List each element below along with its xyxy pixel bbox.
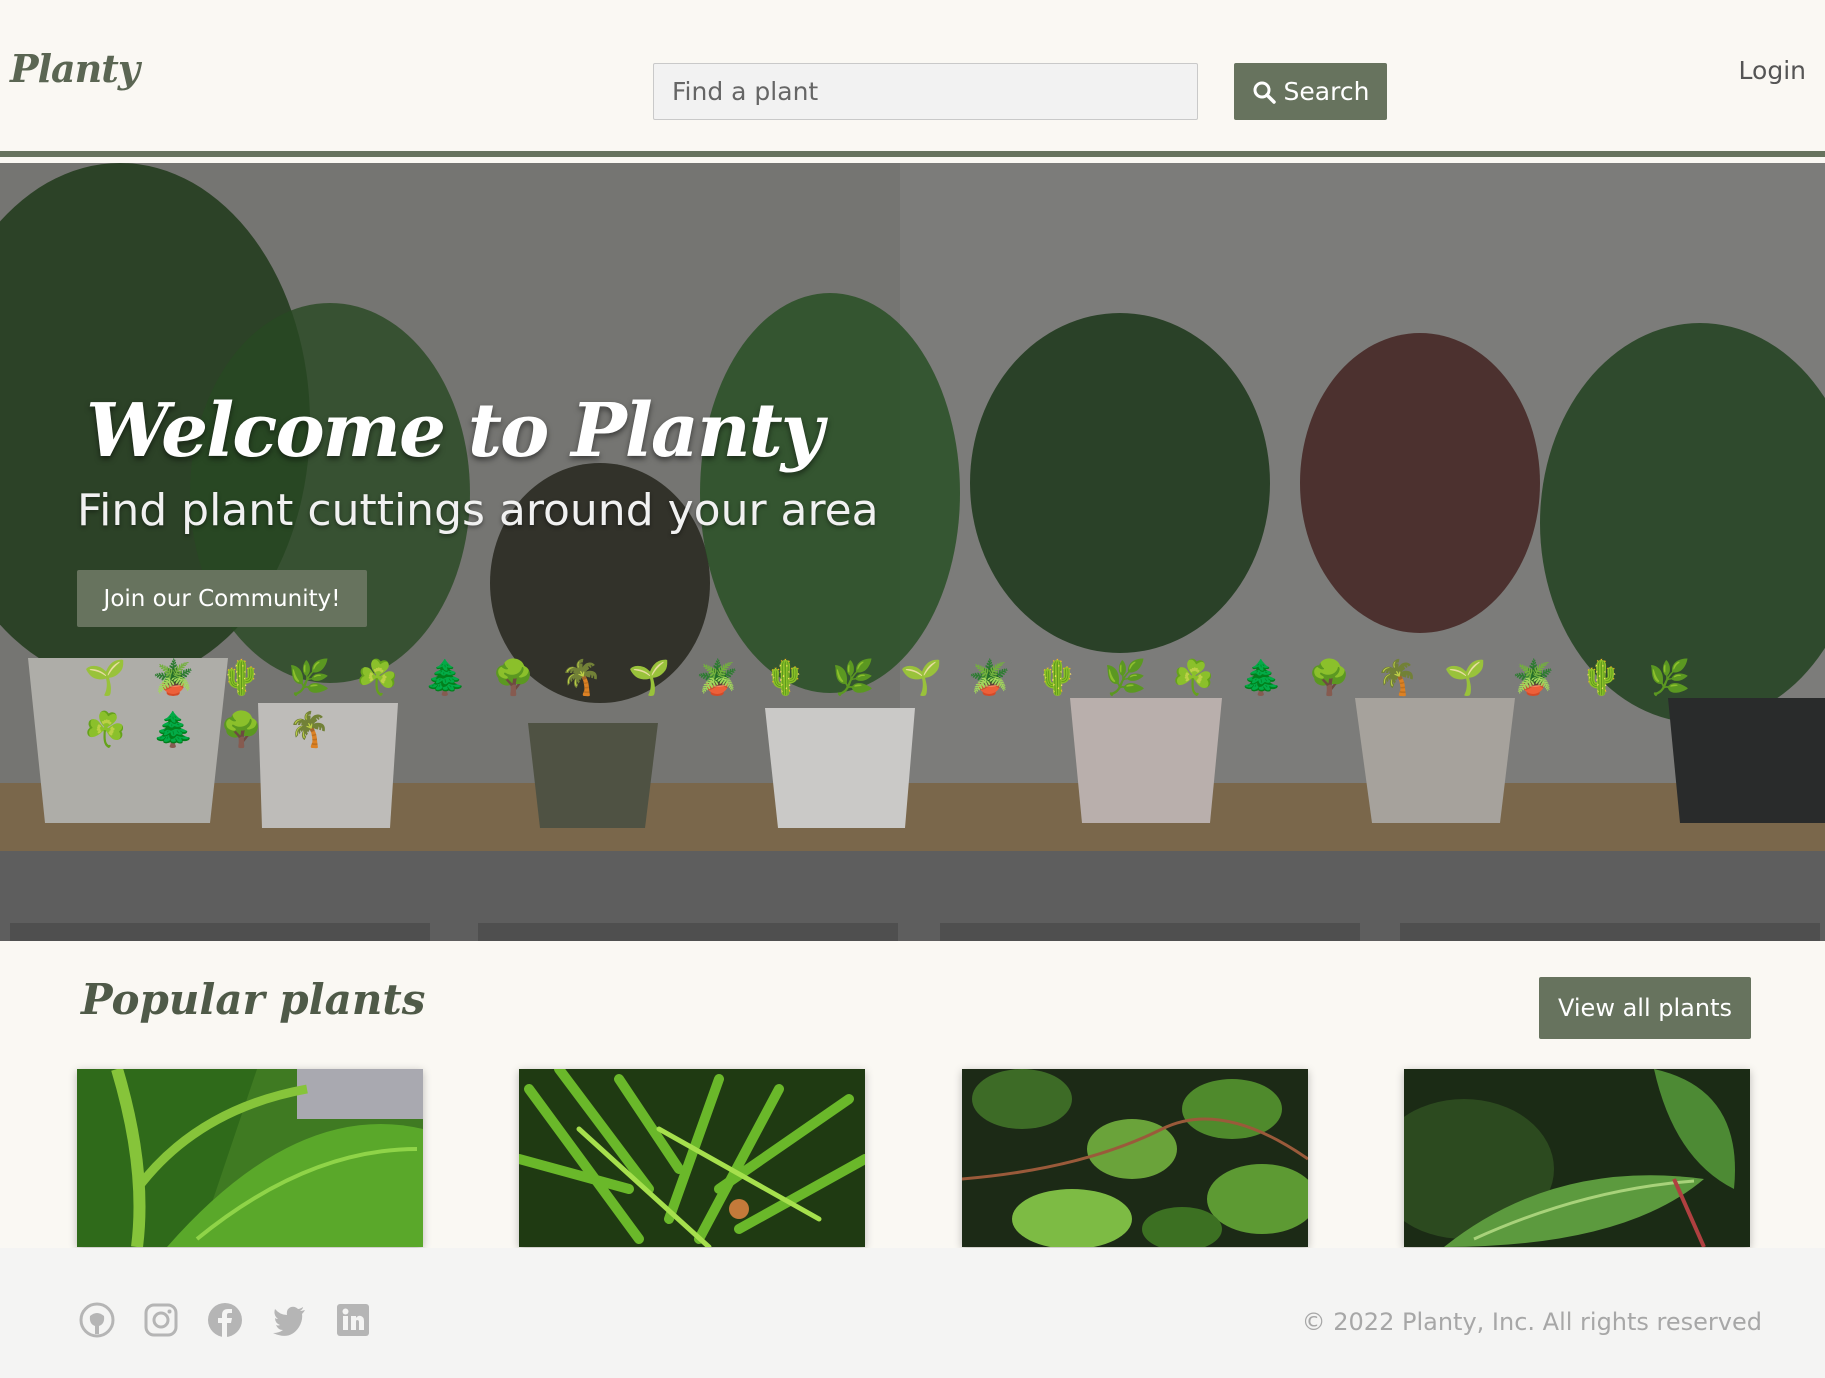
plant-emoji-row: 🌱 🪴 🌵 🌿 ☘️ 🌲 🌳 🌴 🌱 🪴 🌵 🌿 🌱 🪴 🌵 🌿 ☘️ 🌲 🌳 🌴 🌱 🪴 🌵 🌿 ☘️ 🌲 🌳 🌴: [84, 658, 1704, 750]
plant-emoji-icon: ☘️: [84, 710, 127, 750]
facebook-icon[interactable]: [207, 1302, 243, 1338]
plant-emoji-icon: 🪴: [152, 658, 195, 698]
plant-emoji-icon: 🌴: [1376, 658, 1419, 698]
plant-card-image: [77, 1069, 423, 1247]
twitter-icon[interactable]: [271, 1302, 307, 1338]
plant-emoji-icon: 🌱: [628, 658, 671, 698]
plant-emoji-icon: 🌲: [1240, 658, 1283, 698]
plant-emoji-icon: 🌳: [492, 658, 535, 698]
plant-card-image: [962, 1069, 1308, 1247]
copyright-text: © 2022 Planty, Inc. All rights reserved: [1301, 1308, 1762, 1336]
plant-emoji-icon: 🪴: [1512, 658, 1555, 698]
join-community-button[interactable]: Join our Community!: [77, 570, 367, 627]
linkedin-icon[interactable]: [335, 1302, 371, 1338]
plant-card[interactable]: [1404, 1069, 1750, 1247]
plant-emoji-icon: 🌴: [560, 658, 603, 698]
social-links: [79, 1302, 371, 1338]
plant-emoji-icon: 🪴: [696, 658, 739, 698]
plant-emoji-icon: 🌿: [288, 658, 331, 698]
search-input[interactable]: [653, 63, 1198, 120]
plant-emoji-icon: 🌳: [1308, 658, 1351, 698]
plant-card-image: [1404, 1069, 1750, 1247]
search-button-label: Search: [1283, 77, 1370, 106]
plant-emoji-icon: 🌳: [220, 710, 263, 750]
plant-emoji-icon: 🌵: [1036, 658, 1079, 698]
plant-emoji-icon: 🌵: [220, 658, 263, 698]
view-all-plants-button[interactable]: View all plants: [1539, 977, 1751, 1039]
plant-emoji-icon: 🌵: [764, 658, 807, 698]
plant-emoji-icon: 🌲: [152, 710, 195, 750]
plant-emoji-icon: 🌿: [1648, 658, 1691, 698]
search-icon: [1253, 81, 1276, 104]
plant-emoji-icon: 🪴: [968, 658, 1011, 698]
hero-banner: Welcome to Planty Find plant cuttings ar…: [0, 163, 1825, 941]
plant-emoji-icon: 🌵: [1580, 658, 1623, 698]
instagram-icon[interactable]: [143, 1302, 179, 1338]
plant-emoji-icon: 🌲: [424, 658, 467, 698]
github-icon[interactable]: [79, 1302, 115, 1338]
plant-emoji-icon: 🌱: [84, 658, 127, 698]
plant-emoji-icon: ☘️: [1172, 658, 1215, 698]
hero-subtitle: Find plant cuttings around your area: [77, 485, 879, 536]
plant-emoji-icon: 🌴: [288, 710, 331, 750]
plant-card[interactable]: [519, 1069, 865, 1247]
login-link[interactable]: Login: [1739, 56, 1806, 85]
hero-background-image: [0, 163, 1825, 941]
plant-emoji-icon: 🌿: [832, 658, 875, 698]
hero-title: Welcome to Planty: [86, 388, 824, 474]
plant-card[interactable]: [77, 1069, 423, 1247]
plant-card[interactable]: [962, 1069, 1308, 1247]
plant-emoji-icon: 🌱: [1444, 658, 1487, 698]
logo[interactable]: Planty: [10, 46, 140, 91]
plant-emoji-icon: ☘️: [356, 658, 399, 698]
site-header: Planty Search Login: [0, 0, 1825, 157]
plant-emoji-icon: 🌿: [1104, 658, 1147, 698]
site-footer: © 2022 Planty, Inc. All rights reserved: [0, 1248, 1825, 1378]
search-button[interactable]: Search: [1234, 63, 1387, 120]
plant-card-image: [519, 1069, 865, 1247]
plant-emoji-icon: 🌱: [900, 658, 943, 698]
section-title: Popular plants: [81, 975, 426, 1024]
